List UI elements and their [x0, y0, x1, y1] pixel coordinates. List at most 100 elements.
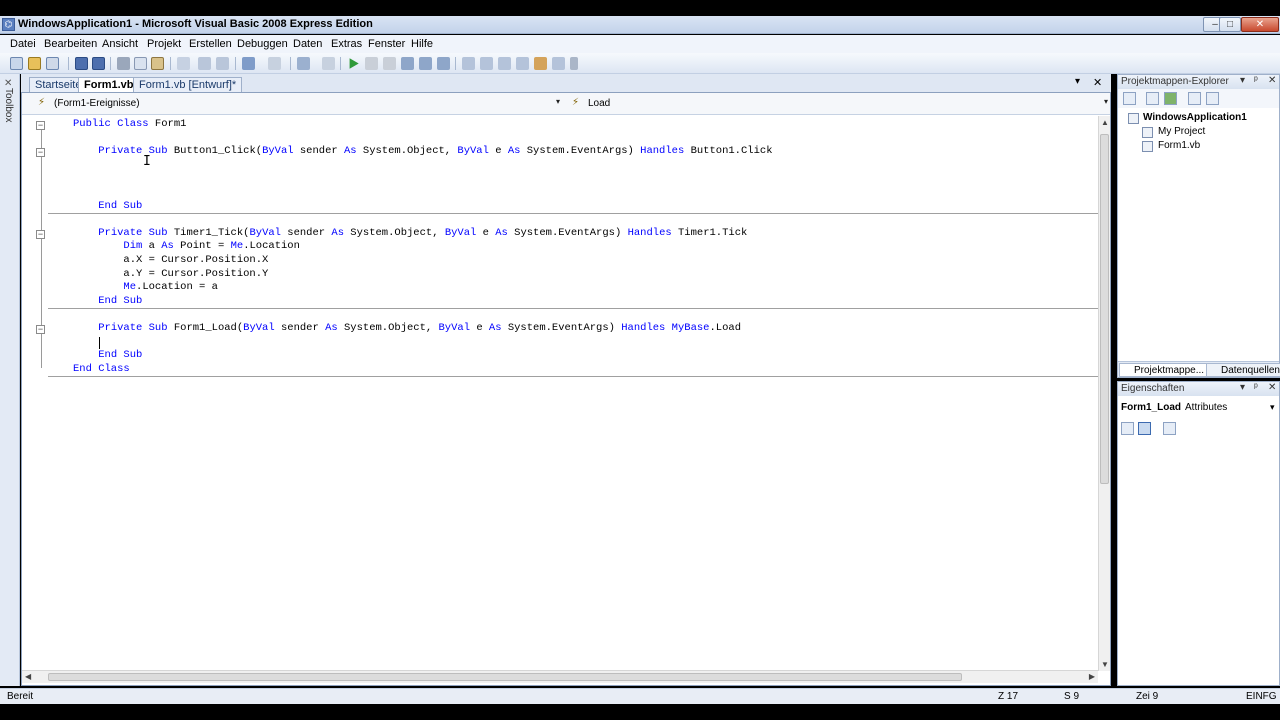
- show-all-files-icon[interactable]: [1146, 92, 1159, 105]
- properties-window-icon[interactable]: [480, 57, 493, 70]
- navigate-back-icon[interactable]: [297, 57, 310, 70]
- scroll-up-icon[interactable]: ▲: [1101, 118, 1109, 127]
- panel-dropdown-icon[interactable]: ▾: [1240, 75, 1245, 86]
- step-into-icon[interactable]: [401, 57, 414, 70]
- redo-icon[interactable]: [268, 57, 281, 70]
- refresh-icon[interactable]: [1164, 92, 1177, 105]
- pause-icon[interactable]: [365, 57, 378, 70]
- save-all-icon[interactable]: [92, 57, 105, 70]
- menu-daten[interactable]: Daten: [293, 38, 322, 50]
- outline-gutter: [22, 116, 48, 671]
- object-dropdown[interactable]: ⚡ (Form1-Ereignisse) ▾: [32, 96, 562, 112]
- menu-hilfe[interactable]: Hilfe: [411, 38, 433, 50]
- categorized-icon[interactable]: [1121, 422, 1134, 435]
- fold-toggle-form1-load[interactable]: −: [36, 325, 45, 334]
- stop-icon[interactable]: [383, 57, 396, 70]
- pin-icon[interactable]: ᵖ: [1254, 75, 1258, 86]
- scroll-right-icon[interactable]: ▶: [1089, 672, 1095, 681]
- tree-item-my-project[interactable]: My Project: [1158, 126, 1205, 137]
- fold-toggle-timer1-tick[interactable]: −: [36, 230, 45, 239]
- open-file-icon[interactable]: [28, 57, 41, 70]
- menu-projekt[interactable]: Projekt: [147, 38, 181, 50]
- doc-close-icon[interactable]: ✕: [1093, 76, 1102, 89]
- maximize-button[interactable]: □: [1219, 17, 1241, 32]
- tree-root-project[interactable]: WindowsApplication1: [1143, 112, 1247, 123]
- solution-explorer-icon[interactable]: [462, 57, 475, 70]
- code-line[interactable]: Me.Location = a: [73, 281, 218, 294]
- find-icon[interactable]: [177, 57, 190, 70]
- step-over-icon[interactable]: [419, 57, 432, 70]
- menu-debuggen[interactable]: Debuggen: [237, 38, 288, 50]
- uncomment-icon[interactable]: [216, 57, 229, 70]
- copy-icon[interactable]: [134, 57, 147, 70]
- menu-datei[interactable]: Datei: [10, 38, 36, 50]
- code-keyword: ByVal: [262, 145, 300, 158]
- step-out-icon[interactable]: [437, 57, 450, 70]
- code-line[interactable]: End Class: [73, 363, 130, 376]
- horizontal-scrollbar[interactable]: ◀ ▶: [22, 670, 1098, 683]
- code-line[interactable]: Public Class Form1: [73, 118, 186, 131]
- scroll-down-icon[interactable]: ▼: [1101, 660, 1109, 669]
- panel-close-icon[interactable]: ✕: [1268, 382, 1276, 393]
- paste-icon[interactable]: [151, 57, 164, 70]
- tab-datenquellen[interactable]: Datenquellen: [1206, 363, 1280, 377]
- code-text: .Location = a: [136, 281, 218, 294]
- save-icon[interactable]: [75, 57, 88, 70]
- pin-icon[interactable]: ᵖ: [1254, 382, 1258, 393]
- horizontal-scroll-thumb[interactable]: [48, 673, 962, 681]
- new-project-icon[interactable]: [10, 57, 23, 70]
- vertical-scroll-thumb[interactable]: [1100, 134, 1109, 484]
- code-line[interactable]: Private Sub Form1_Load(ByVal sender As S…: [73, 322, 741, 335]
- alphabetical-icon[interactable]: [1138, 422, 1151, 435]
- code-line[interactable]: Private Sub Timer1_Tick(ByVal sender As …: [73, 227, 747, 240]
- fold-toggle-button1-click[interactable]: −: [36, 148, 45, 157]
- code-line[interactable]: Dim a As Point = Me.Location: [73, 240, 299, 253]
- menu-fenster[interactable]: Fenster: [368, 38, 405, 50]
- start-page-icon[interactable]: [552, 57, 565, 70]
- menu-bearbeiten[interactable]: Bearbeiten: [44, 38, 97, 50]
- comment-icon[interactable]: [198, 57, 211, 70]
- panel-close-icon[interactable]: ✕: [1268, 75, 1276, 86]
- doc-dropdown-icon[interactable]: ▾: [1075, 76, 1080, 87]
- code-line[interactable]: End Sub: [73, 200, 142, 213]
- chevron-down-icon[interactable]: ▾: [556, 97, 560, 106]
- close-window-button[interactable]: ✕: [1241, 17, 1279, 32]
- properties-object-selector[interactable]: Form1_Load Attributes: [1121, 402, 1227, 413]
- app-icon[interactable]: ⌬: [2, 18, 15, 31]
- folder-icon: [1142, 127, 1153, 138]
- toolbox-strip[interactable]: ✕ Toolbox: [0, 74, 20, 686]
- chevron-down-icon[interactable]: ▾: [1270, 402, 1275, 413]
- code-line[interactable]: End Sub: [73, 295, 142, 308]
- properties-icon[interactable]: [1123, 92, 1136, 105]
- tree-item-form1[interactable]: Form1.vb: [1158, 140, 1200, 151]
- toolbox-icon[interactable]: [516, 57, 529, 70]
- menu-extras[interactable]: Extras: [331, 38, 362, 50]
- tab-projektmappe[interactable]: Projektmappe...: [1119, 363, 1209, 377]
- view-designer-icon[interactable]: [1206, 92, 1219, 105]
- method-dropdown[interactable]: ⚡ Load ▾: [566, 96, 1110, 112]
- add-item-icon[interactable]: [46, 57, 59, 70]
- object-browser-icon[interactable]: [498, 57, 511, 70]
- scroll-left-icon[interactable]: ◀: [25, 672, 31, 681]
- start-debugging-icon[interactable]: [349, 58, 359, 69]
- view-code-icon[interactable]: [1188, 92, 1201, 105]
- code-line[interactable]: a.X = Cursor.Position.X: [73, 254, 268, 267]
- vertical-scrollbar[interactable]: ▲ ▼: [1098, 116, 1110, 671]
- property-pages-icon[interactable]: [1163, 422, 1176, 435]
- menu-ansicht[interactable]: Ansicht: [102, 38, 138, 50]
- menu-erstellen[interactable]: Erstellen: [189, 38, 232, 50]
- chevron-down-icon[interactable]: ▾: [1104, 97, 1108, 106]
- fold-toggle-class[interactable]: −: [36, 121, 45, 130]
- toolbar-options-icon[interactable]: [570, 57, 578, 70]
- code-text-area[interactable]: Public Class Form1 Private Sub Button1_C…: [22, 116, 1098, 671]
- panel-dropdown-icon[interactable]: ▾: [1240, 382, 1245, 393]
- code-line[interactable]: Private Sub Button1_Click(ByVal sender A…: [73, 145, 772, 158]
- undo-icon[interactable]: [242, 57, 255, 70]
- code-line[interactable]: End Sub: [73, 349, 142, 362]
- tab-form1-design[interactable]: Form1.vb [Entwurf]*: [133, 77, 243, 92]
- toolbox-label[interactable]: Toolbox: [3, 88, 14, 122]
- code-line[interactable]: a.Y = Cursor.Position.Y: [73, 268, 268, 281]
- cut-icon[interactable]: [117, 57, 130, 70]
- navigate-forward-icon[interactable]: [322, 57, 335, 70]
- error-list-icon[interactable]: [534, 57, 547, 70]
